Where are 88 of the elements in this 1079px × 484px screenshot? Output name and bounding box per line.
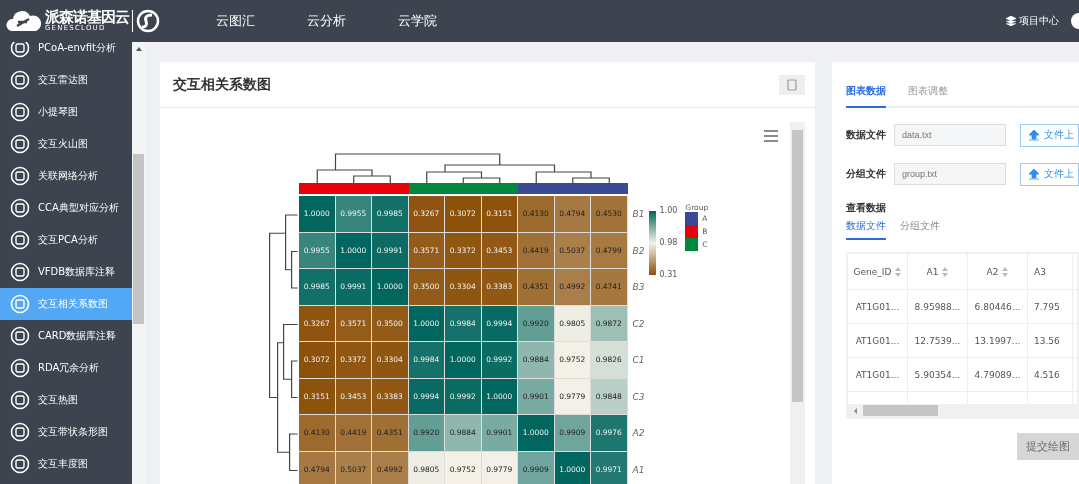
- sidebar-item[interactable]: 交互热图: [0, 384, 132, 416]
- sidebar-item[interactable]: 交互丰度图: [0, 448, 132, 480]
- chart-scrollbar[interactable]: [790, 122, 805, 484]
- sidebar-item[interactable]: VFDB数据库注释: [0, 256, 132, 288]
- upload-arrow-icon: [1029, 129, 1039, 141]
- sidebar-item[interactable]: 关联网络分析: [0, 160, 132, 192]
- scrollbar-thumb[interactable]: [133, 154, 144, 324]
- ring-icon: [10, 70, 30, 90]
- data-subtab[interactable]: 数据文件: [846, 219, 886, 240]
- ring-icon: [10, 422, 30, 442]
- row-label: B1: [632, 208, 645, 222]
- upload-button[interactable]: 文件上: [1020, 162, 1079, 186]
- table-cell: 12.7539...: [908, 324, 968, 357]
- column-header[interactable]: Gene_ID: [848, 254, 908, 289]
- sort-icon[interactable]: [942, 266, 949, 277]
- row-label: A2: [632, 427, 645, 441]
- column-header[interactable]: A1: [908, 254, 968, 289]
- table-cell: AT1G01...: [848, 358, 908, 391]
- nav-link[interactable]: 云分析: [307, 12, 346, 30]
- cloud-logo-icon: [6, 9, 42, 33]
- scroll-up-arrow-icon[interactable]: [136, 47, 142, 51]
- row-label: B3: [632, 281, 645, 295]
- table-cell: 8.95988...: [908, 290, 968, 323]
- row-label: A1: [632, 463, 645, 477]
- upload-button[interactable]: 文件上: [1020, 123, 1079, 147]
- table-cell: 4.516: [1028, 358, 1073, 391]
- sidebar-item[interactable]: 交互火山图: [0, 128, 132, 160]
- ring-icon: [10, 42, 30, 58]
- swirl-logo-icon: [136, 9, 160, 33]
- sidebar-item[interactable]: PCoA-envfit分析: [0, 42, 132, 64]
- menu-icon[interactable]: [764, 130, 778, 142]
- row-label: C1: [632, 354, 645, 368]
- panel-tab[interactable]: 图表数据: [846, 78, 886, 108]
- table-scrollbar[interactable]: [848, 404, 1077, 417]
- ring-icon: [10, 454, 30, 474]
- sidebar-item[interactable]: 小提琴图: [0, 96, 132, 128]
- sidebar-item[interactable]: 交互雷达图: [0, 64, 132, 96]
- sidebar-item[interactable]: 交互PCA分析: [0, 224, 132, 256]
- sort-icon[interactable]: [895, 266, 902, 277]
- sidebar-scrollbar[interactable]: [132, 42, 145, 484]
- ring-icon: [10, 390, 30, 410]
- sort-icon[interactable]: [1002, 266, 1009, 277]
- row-label: C2: [632, 317, 645, 331]
- row-label: B2: [632, 244, 645, 258]
- row-label: C3: [632, 390, 645, 404]
- card-title: 交互相关系数图: [173, 75, 271, 94]
- ring-icon: [10, 294, 30, 314]
- scrollbar-thumb[interactable]: [792, 130, 803, 402]
- sidebar-item[interactable]: RDA冗余分析: [0, 352, 132, 384]
- table-cell: 5.90354...: [908, 358, 968, 391]
- field-label: 数据文件: [846, 128, 887, 142]
- ring-icon: [10, 166, 30, 186]
- layers-icon: [1006, 16, 1016, 26]
- table-cell: AT1G01...: [848, 324, 908, 357]
- column-header[interactable]: A2: [968, 254, 1028, 289]
- nav-link[interactable]: 云学院: [398, 12, 437, 30]
- copy-icon: [787, 78, 797, 91]
- column-header[interactable]: A3: [1028, 254, 1073, 289]
- scale-label: 0.98: [659, 239, 678, 247]
- sidebar-item[interactable]: 交互带状条形图: [0, 416, 132, 448]
- table-cell: 13.56: [1028, 324, 1073, 357]
- ring-icon: [10, 134, 30, 154]
- section-title: 查看数据: [846, 201, 887, 215]
- logo-text: 派森诺基因云: [45, 10, 129, 25]
- table-cell: 13.1997...: [968, 324, 1028, 357]
- ring-icon: [10, 198, 30, 218]
- ring-icon: [10, 358, 30, 378]
- sidebar-item[interactable]: CARD数据库注释: [0, 320, 132, 352]
- ring-icon: [10, 262, 30, 282]
- sidebar-item[interactable]: CCA典型对应分析: [0, 192, 132, 224]
- field-label: 分组文件: [846, 167, 887, 181]
- color-scale-bar: [648, 211, 656, 275]
- upload-arrow-icon: [1029, 168, 1039, 180]
- ring-icon: [10, 230, 30, 250]
- scale-label: 1.00: [659, 207, 678, 215]
- table-cell: AT1G01...: [848, 290, 908, 323]
- scrollbar-thumb[interactable]: [863, 405, 938, 416]
- ring-icon: [10, 326, 30, 346]
- scroll-left-arrow-icon[interactable]: [854, 408, 857, 414]
- table-cell: 4.79089...: [968, 358, 1028, 391]
- ring-icon: [10, 102, 30, 122]
- table-cell: 7.795: [1028, 290, 1073, 323]
- project-center-link[interactable]: 项目中心: [1006, 14, 1059, 28]
- nav-link[interactable]: 云图汇: [216, 12, 255, 30]
- scale-label: 0.31: [659, 271, 678, 279]
- copy-button[interactable]: [779, 74, 805, 95]
- data-subtab[interactable]: 分组文件: [900, 219, 940, 240]
- table-cell: 6.80446...: [968, 290, 1028, 323]
